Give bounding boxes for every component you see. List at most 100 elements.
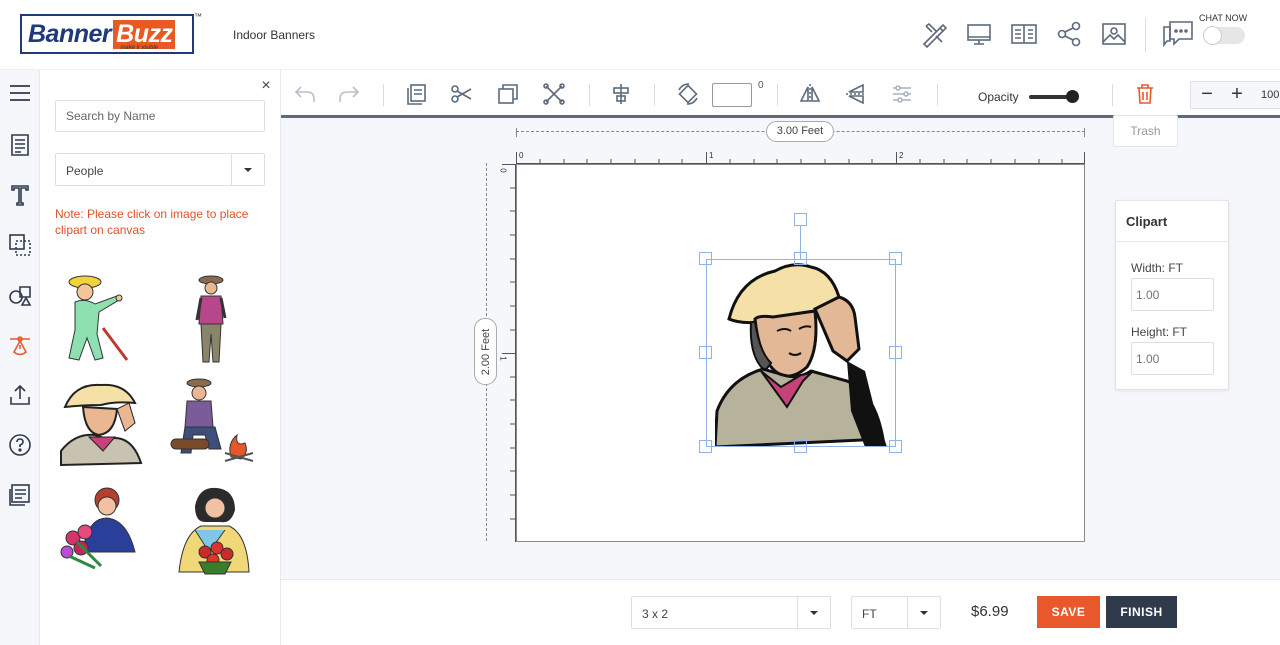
clipart-standing-cowboy[interactable] bbox=[165, 268, 257, 368]
category-value: People bbox=[66, 164, 104, 178]
share-icon[interactable] bbox=[1053, 18, 1085, 50]
chat-toggle-knob bbox=[1203, 26, 1222, 45]
chevron-down-icon[interactable] bbox=[231, 154, 264, 185]
resize-handle-w[interactable] bbox=[699, 346, 712, 359]
zoom-out-button[interactable]: − bbox=[1193, 82, 1221, 108]
toolbar-divider bbox=[1112, 84, 1113, 106]
header-divider bbox=[1145, 18, 1146, 52]
size-dropdown[interactable]: 3 x 2 bbox=[631, 596, 831, 629]
clipart-cowboy-portrait[interactable] bbox=[55, 373, 147, 473]
delete-x-icon[interactable] bbox=[541, 82, 567, 106]
height-ft-label: Height: FT bbox=[1131, 325, 1188, 339]
resize-handle-n[interactable] bbox=[794, 252, 807, 265]
width-ft-label: Width: FT bbox=[1131, 261, 1184, 275]
close-icon[interactable]: × bbox=[259, 78, 273, 94]
resize-handle-se[interactable] bbox=[889, 440, 902, 453]
banner-buzz-logo[interactable]: Banner Buzz ™ make it visible bbox=[20, 12, 202, 54]
height-label-text: 2.00 Feet bbox=[479, 328, 492, 375]
design-tools-icon[interactable] bbox=[918, 18, 950, 50]
bottom-bar: 3 x 2 FT $6.99 SAVE FINISH bbox=[281, 579, 1280, 645]
toolbar-divider bbox=[589, 84, 590, 106]
ruler-x-label: 1 bbox=[709, 151, 714, 160]
flip-vertical-icon[interactable] bbox=[843, 82, 869, 106]
copy-icon[interactable] bbox=[404, 82, 430, 106]
background-icon[interactable] bbox=[0, 225, 40, 265]
width-label: 3.00 Feet bbox=[766, 121, 834, 142]
clipart-note: Note: Please click on image to place cli… bbox=[55, 207, 249, 237]
resize-handle-e[interactable] bbox=[889, 346, 902, 359]
clipart-height-input[interactable] bbox=[1131, 342, 1214, 375]
guide-book-icon[interactable] bbox=[1008, 18, 1040, 50]
orders-icon[interactable] bbox=[0, 475, 40, 515]
toolbar-divider bbox=[383, 84, 384, 106]
rotation-handle[interactable] bbox=[794, 213, 807, 226]
ruler-y-label: 0 bbox=[498, 168, 508, 173]
rotate-icon[interactable] bbox=[675, 82, 701, 106]
logo-tagline: make it visible bbox=[120, 45, 158, 51]
trash-tooltip: Trash bbox=[1113, 115, 1178, 147]
logo-trademark: ™ bbox=[194, 12, 202, 21]
category-dropdown[interactable]: People bbox=[55, 153, 265, 186]
horizontal-ruler: 0 1 2 bbox=[516, 148, 1085, 164]
template-icon[interactable] bbox=[0, 125, 40, 165]
cut-icon[interactable] bbox=[449, 82, 475, 106]
left-rail bbox=[0, 70, 40, 645]
zoom-level[interactable]: 100 bbox=[1261, 89, 1279, 101]
undo-icon[interactable] bbox=[292, 82, 318, 106]
top-bar: Banner Buzz ™ make it visible Indoor Ban… bbox=[0, 0, 1280, 70]
clipart-width-input[interactable] bbox=[1131, 278, 1214, 311]
upload-icon[interactable] bbox=[0, 375, 40, 415]
toolbar-divider bbox=[654, 84, 655, 106]
size-value: 3 x 2 bbox=[642, 607, 669, 621]
chevron-down-icon[interactable] bbox=[907, 597, 940, 628]
price: $6.99 bbox=[971, 603, 1009, 620]
opacity-label: Opacity bbox=[978, 90, 1019, 104]
clipart-woman-flowers[interactable] bbox=[55, 482, 147, 582]
resize-handle-s[interactable] bbox=[794, 440, 807, 453]
height-label: 2.00 Feet bbox=[474, 318, 497, 385]
resize-handle-sw[interactable] bbox=[699, 440, 712, 453]
duplicate-icon[interactable] bbox=[495, 82, 521, 106]
chat-toggle[interactable] bbox=[1203, 26, 1245, 45]
opacity-slider-handle[interactable] bbox=[1066, 90, 1079, 103]
clipart-properties-panel: Clipart Width: FT Height: FT bbox=[1115, 200, 1229, 390]
vertical-ruler: 0 1 bbox=[498, 164, 516, 542]
save-button[interactable]: SAVE bbox=[1037, 596, 1100, 628]
rotation-angle-input[interactable] bbox=[712, 83, 752, 107]
ruler-y-label: 1 bbox=[498, 356, 508, 361]
align-center-icon[interactable] bbox=[608, 82, 634, 106]
clipart-icon[interactable] bbox=[0, 325, 40, 365]
logo-text-banner: Banner bbox=[28, 19, 112, 48]
clipart-grid bbox=[55, 268, 265, 588]
redo-icon[interactable] bbox=[336, 82, 362, 106]
edit-toolbar: 0 Opacity − + 100 bbox=[281, 70, 1280, 118]
flip-horizontal-icon[interactable] bbox=[797, 82, 823, 106]
zoom-control: − + 100 bbox=[1190, 81, 1280, 109]
finish-button[interactable]: FINISH bbox=[1106, 596, 1177, 628]
resize-handle-nw[interactable] bbox=[699, 252, 712, 265]
adjust-sliders-icon[interactable] bbox=[889, 82, 915, 106]
text-icon[interactable] bbox=[0, 175, 40, 215]
selection-box bbox=[706, 259, 896, 447]
resize-handle-ne[interactable] bbox=[889, 252, 902, 265]
clipart-panel: × People Note: Please click on image to … bbox=[40, 70, 281, 645]
unit-dropdown[interactable]: FT bbox=[851, 596, 941, 629]
trash-icon[interactable] bbox=[1132, 82, 1158, 106]
clipart-campfire-cowboy[interactable] bbox=[165, 373, 257, 473]
monitor-icon[interactable] bbox=[963, 18, 995, 50]
help-icon[interactable] bbox=[0, 425, 40, 465]
chevron-down-icon[interactable] bbox=[797, 597, 830, 628]
toolbar-divider bbox=[777, 84, 778, 106]
image-icon[interactable] bbox=[1098, 18, 1130, 50]
clipart-woman-roses[interactable] bbox=[165, 482, 257, 582]
menu-icon[interactable] bbox=[0, 73, 40, 113]
chat-icon[interactable] bbox=[1161, 19, 1195, 51]
clipart-properties-title: Clipart bbox=[1116, 201, 1228, 242]
clipart-old-man[interactable] bbox=[55, 268, 147, 368]
zoom-in-button[interactable]: + bbox=[1223, 82, 1251, 108]
design-canvas[interactable] bbox=[516, 164, 1085, 542]
unit-value: FT bbox=[862, 607, 877, 621]
header-actions bbox=[918, 18, 1143, 50]
shapes-icon[interactable] bbox=[0, 275, 40, 315]
search-by-name-input[interactable] bbox=[55, 100, 265, 132]
